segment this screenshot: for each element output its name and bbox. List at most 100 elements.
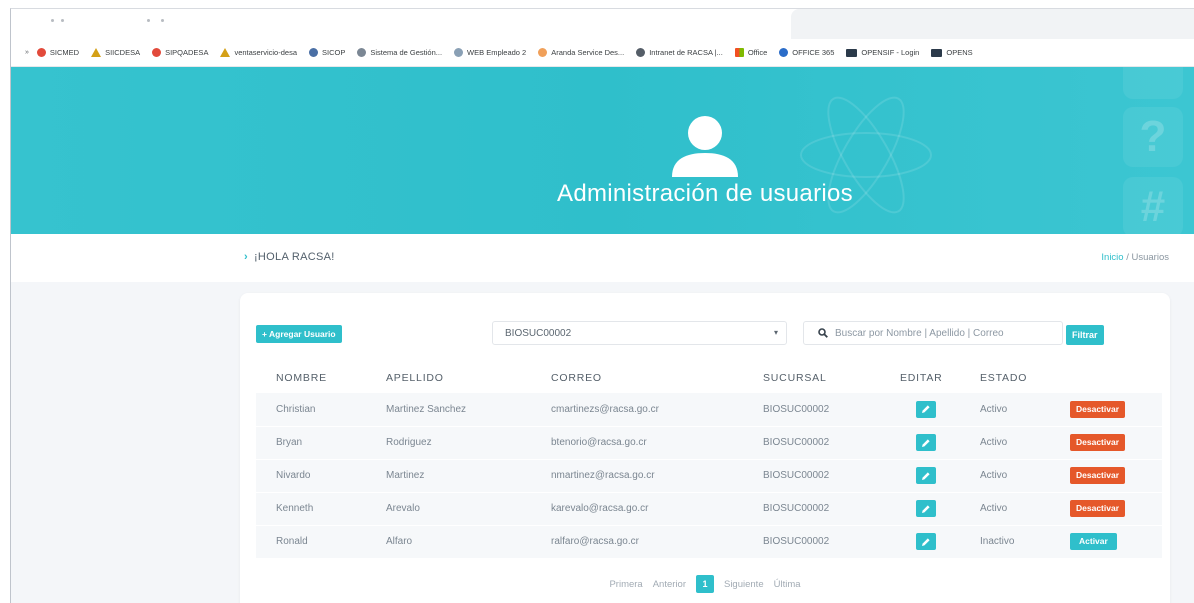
bookmark-item[interactable]: WEB Empleado 2 (454, 48, 526, 57)
edit-button[interactable] (916, 400, 936, 418)
deactivate-button[interactable]: Desactivar (1070, 400, 1126, 418)
bookmark-item[interactable]: SIPQADESA (152, 48, 208, 57)
cell-status: Activo (960, 459, 1050, 493)
breadcrumb-home-link[interactable]: Inicio (1101, 252, 1123, 263)
col-header-action (1050, 363, 1162, 393)
cell-branch: BIOSUC00002 (743, 426, 888, 460)
cell-name: Ronald (256, 525, 366, 559)
cell-status: Activo (960, 393, 1050, 427)
bookmark-favicon (36, 48, 46, 57)
bookmark-item[interactable]: Intranet de RACSA |... (636, 48, 723, 57)
cell-action: Desactivar (1050, 426, 1162, 460)
breadcrumb-current: Usuarios (1131, 252, 1170, 263)
cell-name: Nivardo (256, 459, 366, 493)
bookmark-item[interactable]: Aranda Service Des... (538, 48, 624, 57)
col-header-name: NOMBRE (276, 372, 327, 384)
bookmark-favicon (357, 48, 367, 57)
edit-button[interactable] (916, 500, 936, 517)
edit-button[interactable] (916, 533, 936, 550)
filter-button[interactable]: Filtrar (1066, 325, 1104, 345)
breadcrumb: Inicio / Usuarios (1101, 252, 1169, 263)
cell-surname: Rodriguez (366, 426, 531, 460)
deactivate-button[interactable]: Desactivar (1070, 434, 1126, 451)
bookmarks-overflow-icon[interactable]: » (25, 49, 29, 56)
cell-action: Activar (1050, 525, 1162, 559)
cell-email: ralfaro@racsa.go.cr (531, 525, 743, 559)
cell-status: Inactivo (960, 525, 1050, 559)
cell-status: Activo (960, 492, 1050, 526)
bookmark-favicon (538, 48, 548, 57)
table-row: Ronald Alfaro ralfaro@racsa.go.cr BIOSUC000… (256, 525, 1162, 559)
cell-email: karevalo@racsa.go.cr (531, 492, 743, 526)
cell-action: Desactivar (1050, 459, 1162, 493)
deactivate-button[interactable]: Desactivar (1070, 467, 1126, 484)
cell-name: Bryan (256, 426, 366, 460)
bookmark-item[interactable]: OPENS (931, 48, 973, 57)
users-card: + Agregar Usuario BIOSUC00002 ▾ Buscar p… (240, 293, 1170, 603)
drive-favicon (91, 48, 102, 57)
bookmark-item[interactable]: ventaservicio-desa (220, 48, 297, 57)
bookmark-item[interactable]: Sistema de Gestión... (357, 48, 442, 57)
cell-email: nmartinez@racsa.go.cr (531, 459, 743, 493)
bookmark-item[interactable]: SICOP (308, 48, 345, 57)
pencil-icon (922, 537, 930, 546)
table-body: Christian Martinez Sanchez cmartinezs@racs… (256, 393, 1162, 559)
users-table: NOMBRE APELLIDO CORREO SUCURSAL EDITAR E… (256, 363, 1162, 559)
bookmark-item[interactable]: OFFICE 365 (779, 48, 834, 57)
chevron-down-icon: ▾ (773, 328, 778, 337)
browser-tab[interactable] (791, 9, 1194, 39)
greeting: › ¡HOLA RACSA! (244, 251, 335, 263)
deactivate-button[interactable]: Desactivar (1070, 500, 1126, 517)
bookmark-favicon (636, 48, 646, 57)
bookmark-favicon (454, 48, 464, 57)
pencil-icon (922, 504, 930, 513)
page-current[interactable]: 1 (695, 575, 714, 593)
hash-icon: # (1123, 177, 1183, 234)
table-row: Nivardo Martinez nmartinez@racsa.go.cr BIOS… (256, 459, 1162, 493)
table-row: Christian Martinez Sanchez cmartinezs@racs… (256, 393, 1162, 427)
table-row: Bryan Rodriguez btenorio@racsa.go.cr BIOSUC… (256, 426, 1162, 460)
hero-banner: ? # Administración de usuarios (11, 67, 1194, 234)
browser-tab-strip (11, 9, 1194, 39)
cell-email: btenorio@racsa.go.cr (531, 426, 743, 460)
cell-branch: BIOSUC00002 (743, 492, 888, 526)
bookmark-favicon (308, 48, 318, 57)
bookmark-favicon (779, 48, 789, 57)
bookmark-item[interactable]: SIICDESA (91, 48, 140, 57)
cell-action: Desactivar (1050, 492, 1162, 526)
page-next-link[interactable]: Siguiente (724, 579, 764, 590)
cell-branch: BIOSUC00002 (743, 459, 888, 493)
pagination: Primera Anterior 1 Siguiente Última (240, 575, 1170, 593)
activate-button[interactable]: Activar (1070, 533, 1117, 550)
col-header-edit: EDITAR (900, 372, 943, 384)
branch-select[interactable]: BIOSUC00002 ▾ (492, 321, 787, 345)
page-first-link[interactable]: Primera (609, 579, 642, 590)
pencil-icon (922, 438, 930, 447)
cell-edit (888, 393, 960, 427)
bookmark-favicon (152, 48, 162, 57)
col-header-surname: APELLIDO (386, 372, 444, 384)
add-user-button[interactable]: + Agregar Usuario (256, 325, 342, 343)
col-header-status: ESTADO (980, 372, 1028, 384)
cell-name: Christian (256, 393, 366, 427)
cell-edit (888, 459, 960, 493)
col-header-email: CORREO (551, 372, 602, 384)
cell-surname: Alfaro (366, 525, 531, 559)
drive-favicon (220, 48, 231, 57)
bookmark-item[interactable]: Office (734, 48, 767, 57)
page-prev-link[interactable]: Anterior (653, 579, 686, 590)
edit-button[interactable] (916, 467, 936, 484)
col-header-branch: SUCURSAL (763, 372, 827, 384)
bookmark-item[interactable]: SICMED (36, 48, 79, 57)
page-last-link[interactable]: Última (774, 579, 801, 590)
search-input[interactable]: Buscar por Nombre | Apellido | Correo (803, 321, 1063, 345)
cell-edit (888, 426, 960, 460)
table-row: Kenneth Arevalo karevalo@racsa.go.cr BIOSUC… (256, 492, 1162, 526)
question-icon: ? (1123, 107, 1183, 167)
bookmarks-bar: » SICMED SIICDESA SIPQADESA ventaservici… (11, 39, 1194, 67)
cell-status: Activo (960, 426, 1050, 460)
page-title: Administración de usuarios (557, 180, 853, 207)
bookmark-item[interactable]: OPENSIF - Login (846, 48, 919, 57)
edit-button[interactable] (916, 434, 936, 451)
loading-dots (51, 19, 171, 25)
